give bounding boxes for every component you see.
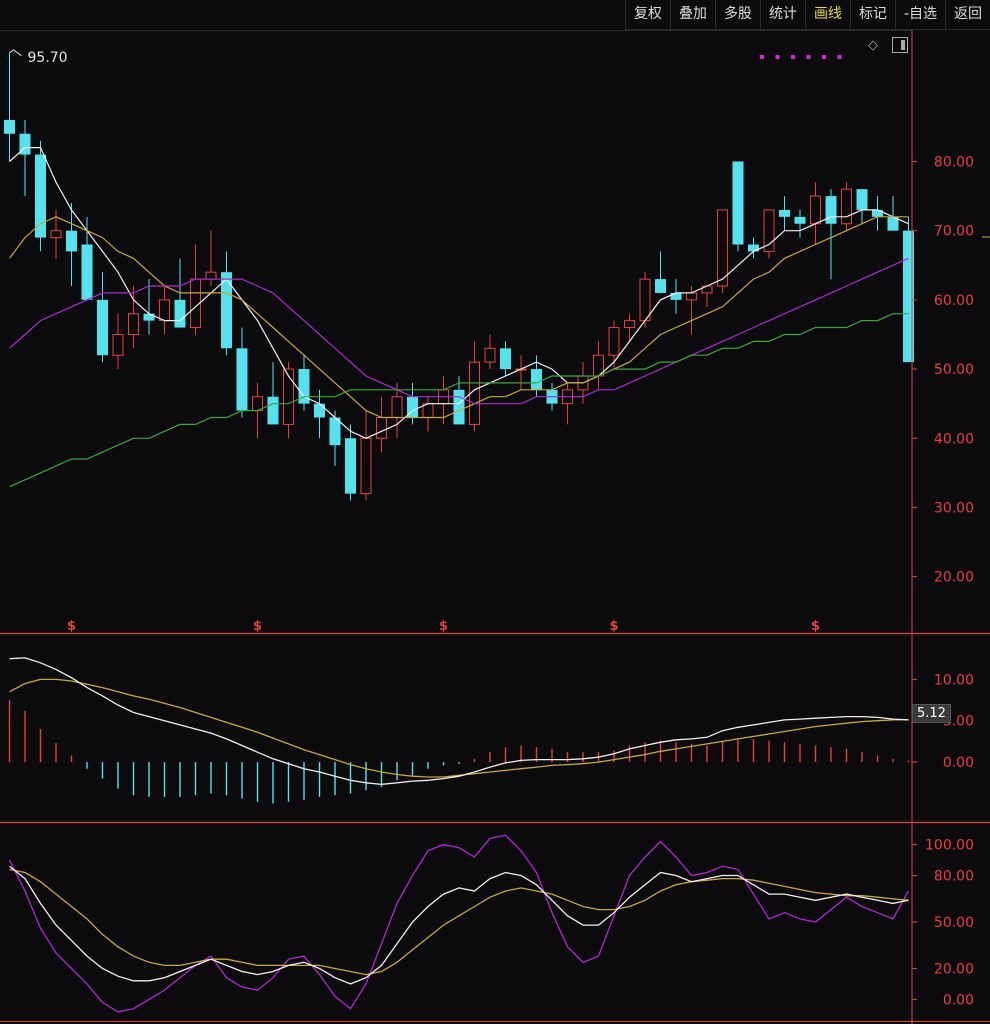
remove-watchlist-button[interactable]: -自选 bbox=[894, 0, 945, 29]
macd-current-value: 5.12 bbox=[912, 704, 951, 723]
candle-body bbox=[314, 403, 325, 418]
candle-body bbox=[624, 320, 635, 329]
stock-chart[interactable]: 95.70 $ $ $ $ $ 80.00 70.00 60.00 50.00 40.00 30.0… bbox=[0, 0, 990, 1024]
y-tick-label: 30.00 bbox=[934, 500, 974, 516]
candle-body bbox=[143, 313, 155, 321]
candle-body bbox=[841, 188, 852, 225]
candle-body bbox=[608, 327, 620, 356]
mark-button[interactable]: 标记 bbox=[849, 0, 895, 29]
y-tick-label: 60.00 bbox=[934, 293, 974, 309]
candle-body bbox=[236, 348, 248, 411]
statistics-button[interactable]: 统计 bbox=[759, 0, 805, 29]
y-tick-label: 0.00 bbox=[943, 755, 974, 771]
y-tick-label: 0.00 bbox=[943, 992, 974, 1008]
high-pointer bbox=[9, 49, 22, 57]
y-tick-label: 40.00 bbox=[934, 431, 974, 447]
candle-body bbox=[97, 299, 108, 356]
candlestick-panel[interactable]: 95.70 $ $ $ $ $ bbox=[4, 49, 914, 634]
candle-body bbox=[81, 244, 93, 300]
candle-body bbox=[159, 299, 170, 322]
y-tick-label: 80.00 bbox=[934, 869, 974, 885]
dividend-marker: $ bbox=[609, 619, 618, 634]
y-tick-label: 20.00 bbox=[934, 570, 974, 586]
back-button[interactable]: 返回 bbox=[945, 0, 990, 29]
candle-body bbox=[267, 396, 279, 425]
candle-body bbox=[872, 209, 883, 217]
layout-square-icon[interactable] bbox=[892, 37, 908, 53]
y-tick-label: 70.00 bbox=[934, 224, 974, 240]
candle-body bbox=[391, 396, 403, 418]
candle-body bbox=[856, 189, 868, 210]
candle-body bbox=[825, 196, 837, 224]
dots-indicator-icon bbox=[806, 55, 811, 59]
candle-body bbox=[794, 216, 806, 224]
restore-rights-button[interactable]: 复权 bbox=[624, 0, 670, 29]
overlay-button[interactable]: 叠加 bbox=[669, 0, 715, 29]
candle-body bbox=[639, 278, 651, 322]
candle-body bbox=[748, 244, 759, 252]
dots-indicator-icon bbox=[775, 55, 780, 59]
candle-body bbox=[50, 230, 62, 239]
y-tick-label: 50.00 bbox=[934, 915, 974, 931]
candle-body bbox=[128, 313, 139, 335]
candle-body bbox=[484, 347, 496, 363]
grid-layer bbox=[0, 30, 990, 1022]
y-tick-label: 20.00 bbox=[934, 961, 974, 977]
candle-body bbox=[732, 161, 744, 245]
dividend-marker: $ bbox=[439, 619, 448, 634]
candle-body bbox=[35, 154, 46, 238]
candle-body bbox=[655, 279, 666, 293]
candle-body bbox=[686, 292, 697, 301]
toolbar: 复权 叠加 多股 统计 画线 标记 -自选 返回 bbox=[624, 0, 990, 30]
dots-indicator-icon bbox=[791, 55, 795, 59]
candle-body bbox=[345, 438, 356, 494]
y-tick-label: 100.00 bbox=[925, 838, 974, 854]
candle-body bbox=[4, 119, 15, 134]
candle-body bbox=[531, 369, 542, 390]
multi-stock-button[interactable]: 多股 bbox=[714, 0, 760, 29]
dividend-marker: $ bbox=[811, 619, 820, 634]
candle-body bbox=[360, 437, 372, 495]
diamond-icon[interactable]: ◇ bbox=[868, 38, 878, 53]
dividend-marker: $ bbox=[253, 619, 262, 634]
price-axis: 80.00 70.00 60.00 50.00 40.00 30.00 20.00 10.00… bbox=[911, 30, 990, 1024]
candle-body bbox=[453, 389, 465, 425]
candle-body bbox=[810, 195, 821, 225]
candle-body bbox=[66, 230, 77, 252]
candle-body bbox=[779, 209, 790, 217]
candle-body bbox=[376, 416, 387, 439]
candle-body bbox=[717, 209, 728, 287]
candle-body bbox=[174, 299, 186, 328]
kdj-j-line bbox=[8, 834, 910, 1013]
high-price-label: 95.70 bbox=[28, 50, 68, 66]
dots-indicator-icon bbox=[760, 55, 764, 59]
candle-body bbox=[283, 368, 294, 425]
draw-line-button[interactable]: 画线 bbox=[804, 0, 850, 29]
dividend-marker: $ bbox=[67, 619, 76, 634]
dots-indicator-icon bbox=[822, 55, 826, 59]
candle-body bbox=[500, 348, 511, 370]
dots-indicator-icon bbox=[837, 55, 842, 59]
candle-body bbox=[112, 333, 124, 356]
candle-body bbox=[205, 271, 217, 280]
y-tick-label: 10.00 bbox=[934, 672, 974, 688]
kdj-panel[interactable] bbox=[8, 834, 910, 1013]
y-tick-label: 80.00 bbox=[934, 154, 974, 170]
candle-body bbox=[763, 209, 775, 252]
y-tick-label: 50.00 bbox=[934, 362, 974, 378]
